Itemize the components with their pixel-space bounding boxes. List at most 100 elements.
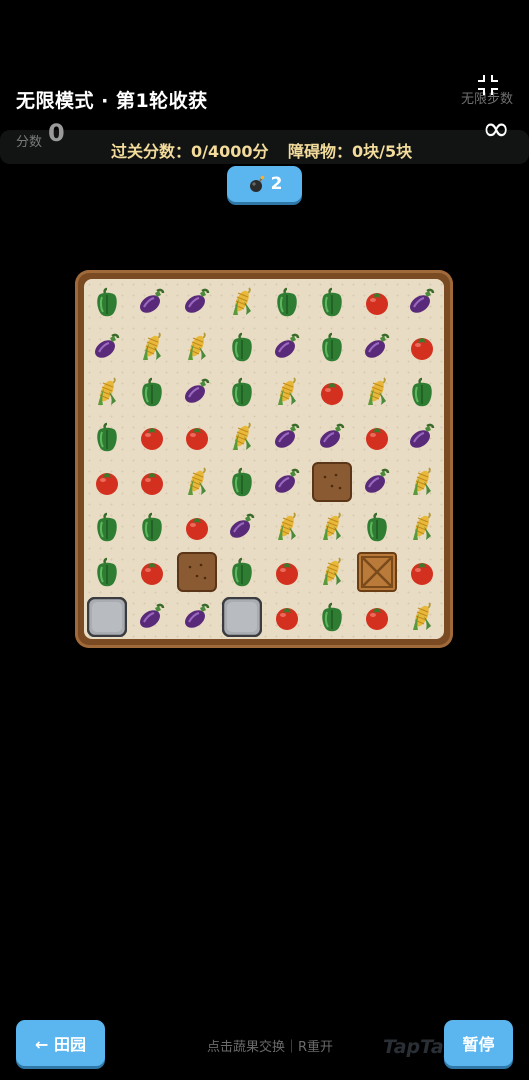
eggplant-icon bbox=[409, 423, 434, 448]
tile-pepper[interactable] bbox=[84, 504, 129, 549]
tile-tomato[interactable] bbox=[129, 414, 174, 459]
tile-eggplant[interactable] bbox=[84, 324, 129, 369]
pepper-icon bbox=[231, 557, 252, 586]
eggplant-icon bbox=[274, 468, 299, 493]
tile-corn[interactable] bbox=[84, 369, 129, 414]
tomato-icon bbox=[140, 472, 163, 495]
target-score: 过关分数：0/4000分 bbox=[111, 142, 269, 161]
pause-button[interactable]: 暂停 bbox=[444, 1020, 513, 1066]
tile-pepper[interactable] bbox=[84, 549, 129, 594]
tile-pepper[interactable] bbox=[84, 414, 129, 459]
tile-corn[interactable] bbox=[354, 369, 399, 414]
tile-eggplant[interactable] bbox=[264, 414, 309, 459]
tile-corn[interactable] bbox=[399, 459, 444, 504]
tile-pepper[interactable] bbox=[309, 279, 354, 324]
exit-fullscreen-icon[interactable] bbox=[477, 74, 499, 96]
tile-eggplant[interactable] bbox=[174, 594, 219, 639]
tile-pepper[interactable] bbox=[219, 549, 264, 594]
tile-tomato[interactable] bbox=[399, 324, 444, 369]
tomato-icon bbox=[185, 517, 208, 540]
tile-corn[interactable] bbox=[129, 324, 174, 369]
game-board bbox=[84, 279, 444, 639]
obstacle-count: 障碍物：0块/5块 bbox=[288, 142, 413, 161]
bomb-button[interactable]: 2 bbox=[227, 166, 302, 202]
tile-eggplant[interactable] bbox=[174, 279, 219, 324]
corn-icon bbox=[322, 556, 341, 585]
tile-tomato[interactable] bbox=[84, 459, 129, 504]
tile-pepper[interactable] bbox=[219, 459, 264, 504]
tile-corn[interactable] bbox=[399, 504, 444, 549]
pepper-icon bbox=[321, 332, 342, 361]
tile-eggplant[interactable] bbox=[354, 459, 399, 504]
tile-eggplant[interactable] bbox=[399, 279, 444, 324]
tile-corn[interactable] bbox=[174, 459, 219, 504]
bomb-icon bbox=[249, 175, 264, 192]
pepper-icon bbox=[96, 512, 117, 541]
tile-eggplant[interactable] bbox=[309, 414, 354, 459]
tile-eggplant[interactable] bbox=[264, 324, 309, 369]
pepper-icon bbox=[141, 512, 162, 541]
pepper-icon bbox=[231, 467, 252, 496]
tile-eggplant[interactable] bbox=[264, 459, 309, 504]
tile-pepper[interactable] bbox=[354, 504, 399, 549]
tile-corn[interactable] bbox=[264, 504, 309, 549]
pepper-icon bbox=[141, 377, 162, 406]
pepper-icon bbox=[231, 332, 252, 361]
pepper-icon bbox=[321, 602, 342, 631]
tile-corn[interactable] bbox=[264, 369, 309, 414]
tomato-icon bbox=[275, 562, 298, 585]
tile-pepper[interactable] bbox=[309, 324, 354, 369]
tile-eggplant[interactable] bbox=[399, 414, 444, 459]
pepper-icon bbox=[411, 377, 432, 406]
tile-pepper[interactable] bbox=[84, 279, 129, 324]
tile-eggplant[interactable] bbox=[354, 324, 399, 369]
tile-dirt bbox=[174, 549, 219, 594]
tile-corn[interactable] bbox=[174, 324, 219, 369]
tile-tomato[interactable] bbox=[264, 549, 309, 594]
pepper-icon bbox=[96, 557, 117, 586]
tomato-icon bbox=[275, 607, 298, 630]
tomato-icon bbox=[140, 427, 163, 450]
tile-tomato[interactable] bbox=[309, 369, 354, 414]
tile-corn[interactable] bbox=[399, 594, 444, 639]
tile-tomato[interactable] bbox=[174, 414, 219, 459]
eggplant-icon bbox=[184, 603, 209, 628]
tile-tomato[interactable] bbox=[174, 504, 219, 549]
tile-corn[interactable] bbox=[219, 414, 264, 459]
corn-icon bbox=[187, 331, 206, 360]
back-to-garden-button[interactable]: ← 田园 bbox=[16, 1020, 105, 1066]
tile-tomato[interactable] bbox=[129, 459, 174, 504]
tile-tomato[interactable] bbox=[354, 414, 399, 459]
moves-infinity: ∞ bbox=[482, 109, 511, 149]
tile-eggplant[interactable] bbox=[174, 369, 219, 414]
tile-corn[interactable] bbox=[309, 504, 354, 549]
eggplant-icon bbox=[274, 333, 299, 358]
eggplant-icon bbox=[184, 378, 209, 403]
crate-icon bbox=[356, 551, 397, 592]
corn-icon bbox=[277, 376, 296, 405]
dirt-icon bbox=[311, 461, 352, 502]
tile-pepper[interactable] bbox=[129, 369, 174, 414]
tile-corn[interactable] bbox=[219, 279, 264, 324]
tile-tomato[interactable] bbox=[354, 279, 399, 324]
tile-corn[interactable] bbox=[309, 549, 354, 594]
mode-title: 无限模式 · 第1轮收获 bbox=[16, 90, 208, 112]
score-label: 分数 bbox=[16, 135, 43, 150]
tile-pepper[interactable] bbox=[219, 324, 264, 369]
tile-eggplant[interactable] bbox=[129, 279, 174, 324]
eggplant-icon bbox=[184, 288, 209, 313]
tile-eggplant[interactable] bbox=[219, 504, 264, 549]
score-value: 0 bbox=[48, 119, 65, 147]
tile-tomato[interactable] bbox=[354, 594, 399, 639]
tile-eggplant[interactable] bbox=[129, 594, 174, 639]
tile-tomato[interactable] bbox=[399, 549, 444, 594]
tile-pepper[interactable] bbox=[264, 279, 309, 324]
tile-pepper[interactable] bbox=[309, 594, 354, 639]
corn-icon bbox=[97, 376, 116, 405]
tile-pepper[interactable] bbox=[219, 369, 264, 414]
eggplant-icon bbox=[364, 333, 389, 358]
tile-pepper[interactable] bbox=[399, 369, 444, 414]
tile-tomato[interactable] bbox=[264, 594, 309, 639]
tile-pepper[interactable] bbox=[129, 504, 174, 549]
tile-tomato[interactable] bbox=[129, 549, 174, 594]
